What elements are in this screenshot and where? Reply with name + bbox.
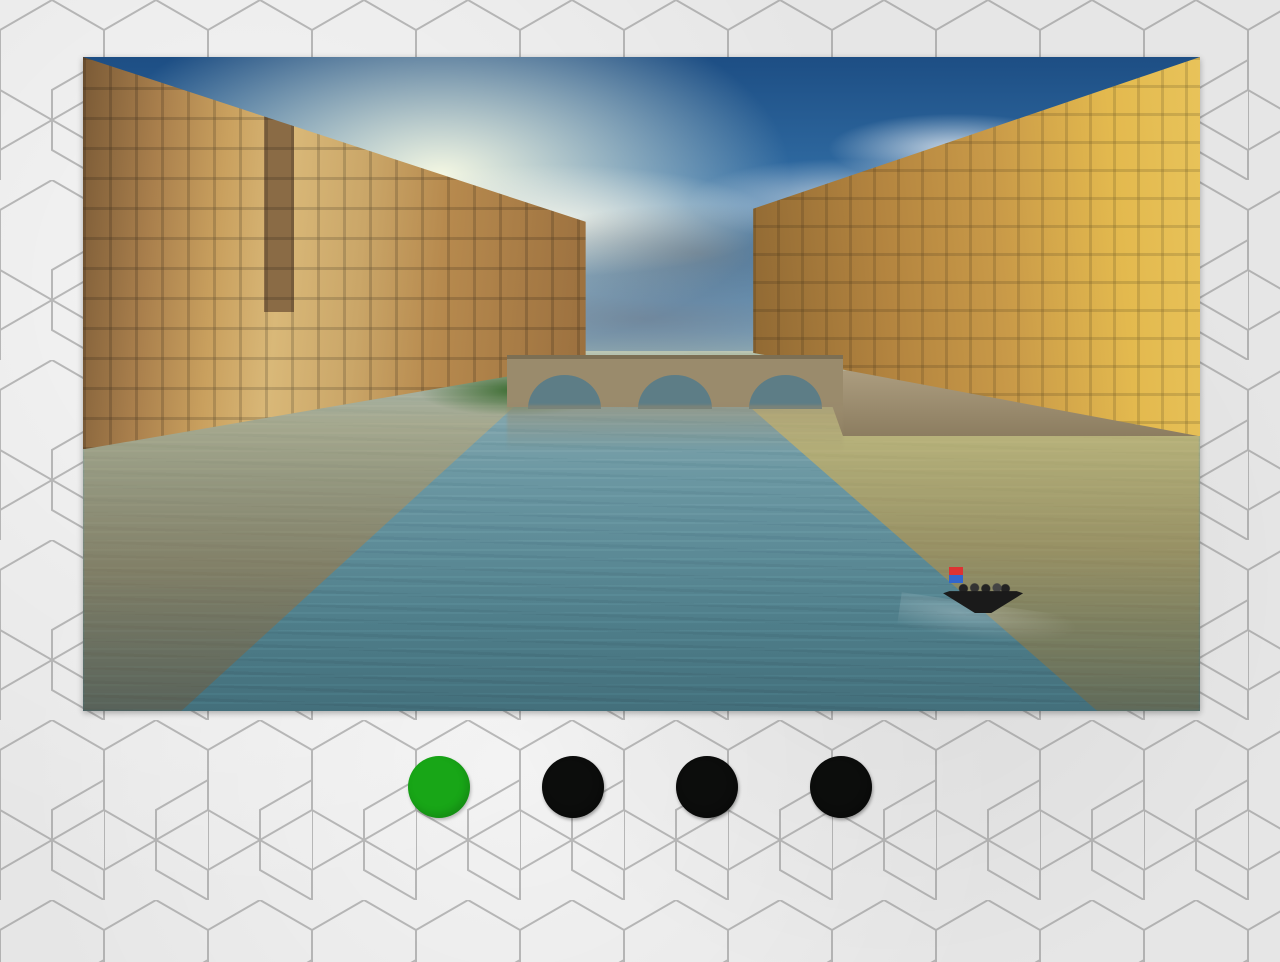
- carousel-dot-4[interactable]: [810, 756, 872, 818]
- carousel-pagination: [0, 756, 1280, 818]
- image-carousel: [83, 57, 1200, 711]
- boat-icon: [943, 567, 1023, 613]
- carousel-dot-2[interactable]: [542, 756, 604, 818]
- carousel-slide-image: [83, 57, 1200, 711]
- carousel-dot-1[interactable]: [408, 756, 470, 818]
- carousel-dot-3[interactable]: [676, 756, 738, 818]
